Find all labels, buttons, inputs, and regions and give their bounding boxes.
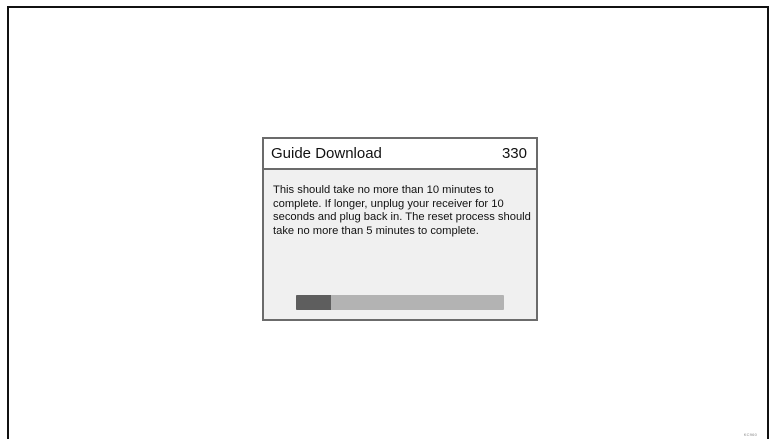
tv-screen: Guide Download 330 This should take no m… [7, 6, 769, 439]
dialog-code: 330 [501, 145, 527, 162]
dialog-header: Guide Download 330 [264, 139, 536, 170]
dialog-message-text: This should take no more than 10 minutes… [273, 184, 531, 237]
dialog-message: This should take no more than 10 minutes… [273, 184, 535, 238]
download-progress-fill [296, 295, 331, 310]
download-progress-bar [296, 295, 504, 310]
dialog-title: Guide Download [271, 145, 382, 162]
guide-download-dialog: Guide Download 330 This should take no m… [262, 137, 538, 321]
